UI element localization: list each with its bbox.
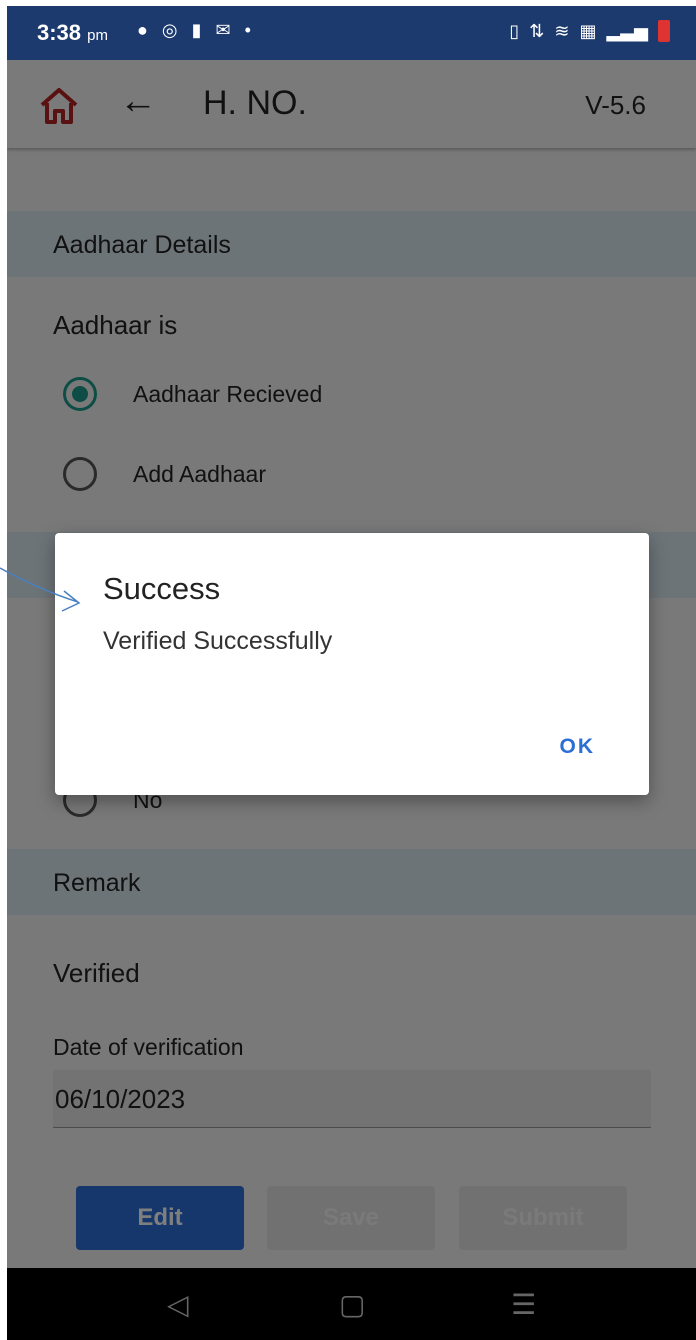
gmail-icon: ✉ xyxy=(215,20,231,40)
notification-icons: ● ◎ ▮ ✉ • xyxy=(137,20,251,41)
ok-button[interactable]: OK xyxy=(560,735,596,759)
signal-icon: ▂▃▅ xyxy=(606,20,648,41)
volte-icon: ▦ xyxy=(579,20,597,41)
status-bar: 3:38 pm ● ◎ ▮ ✉ • ▯ ⇅ ≋ ▦ ▂▃▅ xyxy=(7,6,696,60)
nav-home-icon[interactable]: ▢ xyxy=(339,1288,365,1321)
whatsapp-icon: ◎ xyxy=(161,20,178,40)
chat-bubble-icon: ● xyxy=(137,20,148,40)
navigation-bar: ◁ ▢ ☰ xyxy=(7,1268,696,1340)
status-time: 3:38 pm xyxy=(37,20,109,45)
nav-menu-icon[interactable]: ☰ xyxy=(511,1288,536,1321)
dialog-message: Verified Successfully xyxy=(103,627,333,655)
dot-icon: • xyxy=(244,20,251,40)
nav-back-icon[interactable]: ◁ xyxy=(167,1288,189,1321)
system-icons: ▯ ⇅ ≋ ▦ ▂▃▅ xyxy=(509,20,670,42)
wifi-icon: ≋ xyxy=(554,20,570,41)
battery-icon xyxy=(658,20,670,42)
vibrate-icon: ▯ xyxy=(509,20,520,41)
success-dialog: Success Verified Successfully OK xyxy=(55,533,649,795)
notification-badge-icon: ▮ xyxy=(191,20,202,40)
phone-screen: 3:38 pm ● ◎ ▮ ✉ • ▯ ⇅ ≋ ▦ ▂▃▅ ← H. NO. V… xyxy=(7,6,696,1340)
dialog-title: Success xyxy=(103,571,221,606)
data-transfer-icon: ⇅ xyxy=(529,20,545,41)
